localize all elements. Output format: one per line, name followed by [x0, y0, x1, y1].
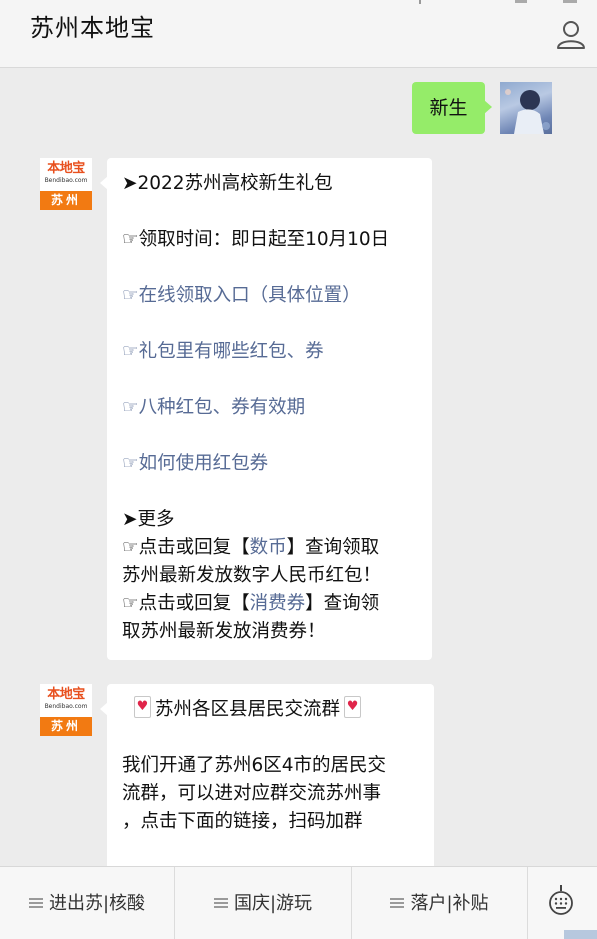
- group-desc-line: 流群，可以进对应群交流苏州事: [122, 783, 382, 804]
- menu-item-holiday-travel[interactable]: 国庆|游玩: [174, 867, 351, 939]
- brand-city-label: 苏州: [40, 717, 92, 736]
- gift-pack-title: ➤2022苏州高校新生礼包: [122, 173, 333, 194]
- group-title: 苏州各区县居民交流群: [155, 699, 341, 720]
- chat-title: 苏州本地宝: [30, 14, 155, 42]
- validity-link[interactable]: ☞八种红包、券有效期: [122, 394, 418, 422]
- heart-card-icon: [134, 696, 151, 718]
- consumer-voucher-line: ☞点击或回复【消费券】查询领: [122, 593, 380, 614]
- window-controls-remnant: [419, 0, 577, 4]
- menu-item-travel-test[interactable]: 进出苏|核酸: [0, 867, 174, 939]
- how-to-use-link[interactable]: ☞如何使用红包券: [122, 450, 418, 478]
- brand-logo: 本地宝 Bendibao.com: [40, 684, 92, 715]
- consumer-voucher-keyword-link[interactable]: 消费券: [250, 593, 306, 614]
- reply-message-bubble: 苏州各区县居民交流群 我们开通了苏州6区4市的居民交 流群，可以进对应群交流苏州…: [100, 684, 434, 874]
- group-title-line: 苏州各区县居民交流群: [130, 696, 420, 724]
- claim-time-text: ☞领取时间：即日起至10月10日: [122, 229, 390, 250]
- edge-indicator: [564, 930, 597, 939]
- user-avatar[interactable]: [500, 82, 552, 134]
- menu-list-icon: [390, 898, 405, 908]
- consumer-voucher-desc: 取苏州最新发放消费券！: [122, 621, 326, 642]
- keyboard-icon: [549, 885, 573, 915]
- user-message-bubble[interactable]: 新生: [412, 82, 492, 134]
- keyboard-toggle-button[interactable]: [527, 867, 597, 939]
- person-icon[interactable]: [556, 18, 586, 50]
- brand-avatar[interactable]: 本地宝 Bendibao.com 苏州: [40, 684, 92, 736]
- brand-city-label: 苏州: [40, 191, 92, 210]
- menu-list-icon: [213, 898, 228, 908]
- heart-card-icon: [344, 696, 362, 718]
- user-avatar-image: [505, 89, 550, 134]
- brand-logo: 本地宝 Bendibao.com: [40, 158, 92, 189]
- chat-header: 苏州本地宝: [0, 0, 597, 68]
- reply-message-bubble: ➤2022苏州高校新生礼包 ☞领取时间：即日起至10月10日 ☞在线领取入口（具…: [100, 158, 432, 660]
- digital-currency-keyword-link[interactable]: 数币: [250, 537, 287, 558]
- digital-currency-line: ☞点击或回复【数币】查询领取: [122, 537, 380, 558]
- menu-item-settlement-subsidy[interactable]: 落户|补贴: [351, 867, 527, 939]
- more-label: ➤更多: [122, 509, 175, 530]
- online-claim-link[interactable]: ☞在线领取入口（具体位置）: [122, 282, 418, 310]
- bottom-menu-bar: 进出苏|核酸 国庆|游玩 落户|补贴: [0, 866, 597, 939]
- group-desc-line: ，点击下面的链接，扫码加群: [122, 811, 363, 832]
- menu-list-icon: [28, 898, 43, 908]
- group-desc-line: 我们开通了苏州6区4市的居民交: [122, 755, 387, 776]
- gift-contents-link[interactable]: ☞礼包里有哪些红包、券: [122, 338, 418, 366]
- digital-currency-desc: 苏州最新发放数字人民币红包！: [122, 565, 382, 586]
- brand-avatar[interactable]: 本地宝 Bendibao.com 苏州: [40, 158, 92, 210]
